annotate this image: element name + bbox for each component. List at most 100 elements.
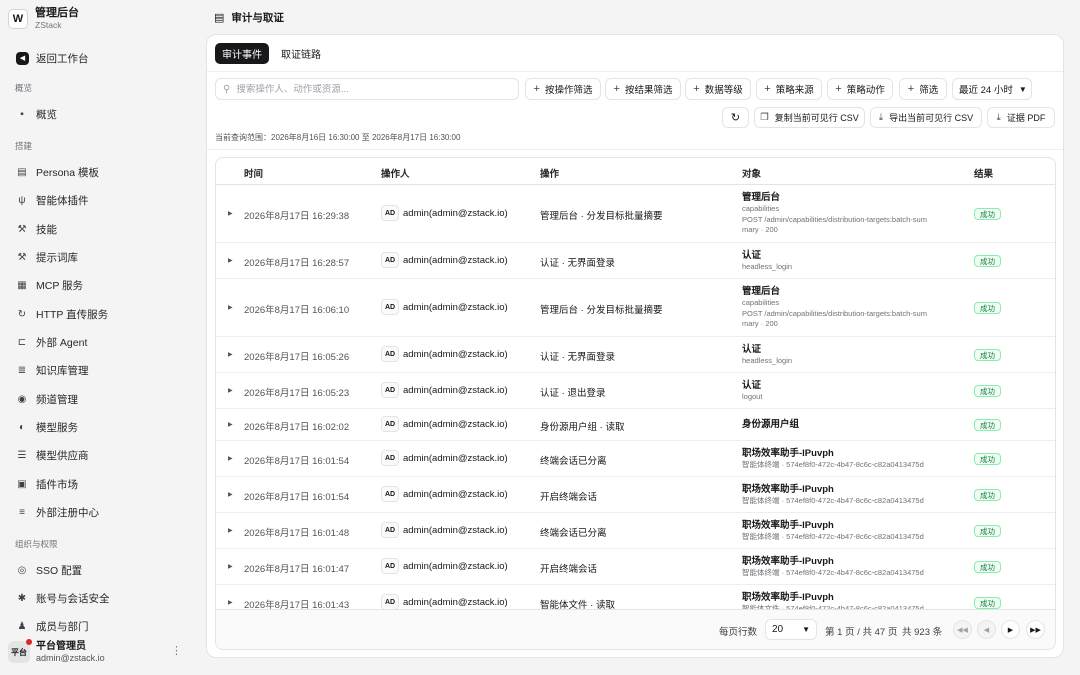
actor-name: admin(admin@zstack.io) — [403, 418, 508, 430]
refresh-button[interactable]: ↻ — [722, 107, 749, 128]
actor-name: admin(admin@zstack.io) — [403, 524, 508, 536]
sidebar-item-http-service[interactable]: ↻ HTTP 直传服务 — [10, 302, 190, 326]
table-row[interactable]: ▶ 2026年8月17日 16:06:10 AD admin(admin@zstack… — [216, 279, 1055, 337]
column-header-result[interactable]: 结果 — [974, 166, 993, 180]
table-row[interactable]: ▶ 2026年8月17日 16:01:54 AD admin(admin@zstack… — [216, 441, 1055, 477]
evidence-pdf-button[interactable]: ⤓ 证据 PDF — [987, 107, 1055, 128]
sidebar-item-account-security[interactable]: ✱ 账号与会话安全 — [10, 586, 190, 610]
sidebar-item-label: 知识库管理 — [36, 364, 89, 377]
expand-row-icon[interactable]: ▶ — [228, 387, 233, 394]
registry-icon: ≡ — [19, 506, 25, 518]
expand-row-icon[interactable]: ▶ — [228, 563, 233, 570]
total-count: 共 923 条 — [902, 627, 943, 638]
user-email: admin@zstack.io — [36, 652, 105, 663]
sidebar-item-agent-plugins[interactable]: ψ 智能体插件 — [10, 188, 190, 212]
sidebar-item-external-registry[interactable]: ≡ 外部注册中心 — [10, 500, 190, 524]
sidebar-item-prompt-library[interactable]: ⚒ 提示词库 — [10, 245, 190, 269]
filter-policy-source-button[interactable]: + 策略来源 — [756, 78, 822, 100]
page-size-select[interactable]: 20 ▼ — [765, 619, 817, 640]
expand-row-icon[interactable]: ▶ — [228, 491, 233, 498]
sidebar-item-plugin-market[interactable]: ▣ 插件市场 — [10, 472, 190, 496]
sidebar-item-mcp-service[interactable]: ▦ MCP 服务 — [10, 273, 190, 297]
sidebar-item-external-agent[interactable]: ⊏ 外部 Agent — [10, 330, 190, 354]
event-time: 2026年8月17日 16:01:47 — [244, 564, 350, 575]
filter-data-level-button[interactable]: + 数据等级 — [685, 78, 751, 100]
expand-row-icon[interactable]: ▶ — [228, 421, 233, 428]
sidebar-item-model-service[interactable]: ◐ 模型服务 — [10, 415, 190, 439]
event-operation: 认证 · 无界面登录 — [540, 352, 615, 363]
filter-policy-action-button[interactable]: + 策略动作 — [827, 78, 893, 100]
table-row[interactable]: ▶ 2026年8月17日 16:02:02 AD admin(admin@zstack… — [216, 409, 1055, 441]
sidebar-item-channel[interactable]: ◉ 频道管理 — [10, 387, 190, 411]
table-row[interactable]: ▶ 2026年8月17日 16:01:54 AD admin(admin@zstack… — [216, 477, 1055, 513]
tab-forensic-chain[interactable]: 取证链路 — [274, 43, 328, 64]
user-profile[interactable]: 平台 平台管理员 admin@zstack.io ⋮ — [8, 638, 192, 666]
first-page-button[interactable]: ◀◀ — [953, 620, 972, 639]
search-input[interactable] — [236, 83, 497, 95]
sidebar-item-label: 模型供应商 — [36, 449, 89, 462]
tab-audit-events[interactable]: 审计事件 — [215, 43, 269, 64]
event-operation: 身份源用户组 · 读取 — [540, 422, 625, 433]
export-csv-button[interactable]: ⤓ 导出当前可见行 CSV — [870, 107, 982, 128]
expand-row-icon[interactable]: ▶ — [228, 351, 233, 358]
sidebar-item-label: 插件市场 — [36, 478, 78, 491]
event-object: 职场效率助手-lPuvph 智能体终端 · 574ef8f0-472c-4b47-… — [742, 520, 964, 543]
copy-csv-label: 复制当前可见行 CSV — [774, 113, 859, 123]
status-badge: 成功 — [974, 302, 1001, 314]
search-box[interactable]: ⚲ — [215, 78, 519, 100]
more-vertical-icon[interactable]: ⋮ — [171, 644, 182, 657]
object-title: 职场效率助手-lPuvph — [742, 591, 834, 603]
time-range-value: 最近 24 小时 — [959, 85, 1013, 96]
table-row[interactable]: ▶ 2026年8月17日 16:05:23 AD admin(admin@zstack… — [216, 373, 1055, 409]
event-operation: 开启终端会话 — [540, 492, 598, 503]
table-row[interactable]: ▶ 2026年8月17日 16:01:48 AD admin(admin@zstack… — [216, 513, 1055, 549]
sidebar-item-overview[interactable]: ▪ 概览 — [10, 102, 190, 126]
expand-row-icon[interactable]: ▶ — [228, 210, 233, 217]
event-time: 2026年8月17日 16:28:57 — [244, 258, 350, 269]
actor-name: admin(admin@zstack.io) — [403, 301, 508, 313]
expand-row-icon[interactable]: ▶ — [228, 257, 233, 264]
logo-icon: W — [8, 9, 28, 29]
sidebar-item-label: MCP 服务 — [36, 279, 84, 292]
table-row[interactable]: ▶ 2026年8月17日 16:01:43 AD admin(admin@zstack… — [216, 585, 1055, 611]
status-badge: 成功 — [974, 489, 1001, 501]
expand-row-icon[interactable]: ▶ — [228, 599, 233, 606]
event-actor: AD admin(admin@zstack.io) — [381, 416, 508, 432]
filter-by-result-button[interactable]: + 按结果筛选 — [605, 78, 681, 100]
column-header-actor[interactable]: 操作人 — [381, 166, 410, 180]
time-range-select[interactable]: 最近 24 小时 ▼ — [952, 78, 1032, 100]
market-icon: ▣ — [17, 478, 27, 490]
section-title-org: 组织与权限 — [15, 539, 58, 549]
table-row[interactable]: ▶ 2026年8月17日 16:28:57 AD admin(admin@zstack… — [216, 243, 1055, 279]
sidebar-item-skills[interactable]: ⚒ 技能 — [10, 217, 190, 241]
sidebar-item-persona-template[interactable]: ▤ Persona 模板 — [10, 160, 190, 184]
expand-row-icon[interactable]: ▶ — [228, 527, 233, 534]
event-time: 2026年8月17日 16:06:10 — [244, 305, 350, 316]
prev-page-button[interactable]: ◀ — [977, 620, 996, 639]
object-detail: mary · 200 — [742, 319, 778, 329]
event-time: 2026年8月17日 16:05:23 — [244, 388, 350, 399]
back-label: 返回工作台 — [36, 52, 89, 65]
table-row[interactable]: ▶ 2026年8月17日 16:01:47 AD admin(admin@zstack… — [216, 549, 1055, 585]
expand-row-icon[interactable]: ▶ — [228, 455, 233, 462]
column-header-time[interactable]: 时间 — [244, 166, 263, 180]
column-header-object[interactable]: 对象 — [742, 166, 761, 180]
sidebar-item-knowledge-base[interactable]: ≣ 知识库管理 — [10, 358, 190, 382]
table-row[interactable]: ▶ 2026年8月17日 16:29:38 AD admin(admin@zstack… — [216, 185, 1055, 243]
sidebar-item-model-provider[interactable]: ☰ 模型供应商 — [10, 443, 190, 467]
last-page-button[interactable]: ▶▶ — [1026, 620, 1045, 639]
column-header-operation[interactable]: 操作 — [540, 166, 559, 180]
divider — [207, 149, 1063, 150]
filter-by-operation-button[interactable]: + 按操作筛选 — [525, 78, 601, 100]
sidebar-item-sso[interactable]: ◎ SSO 配置 — [10, 558, 190, 582]
copy-csv-button[interactable]: ❐ 复制当前可见行 CSV — [754, 107, 865, 128]
table-row[interactable]: ▶ 2026年8月17日 16:05:26 AD admin(admin@zstack… — [216, 337, 1055, 373]
channel-icon: ◉ — [17, 393, 27, 405]
result-cell: 成功 — [974, 302, 1001, 314]
back-to-workbench-button[interactable]: ◀ 返回工作台 — [10, 46, 190, 70]
expand-row-icon[interactable]: ▶ — [228, 304, 233, 311]
avatar: AD — [381, 594, 399, 610]
filter-button[interactable]: + 筛选 — [899, 78, 947, 100]
sidebar-item-members[interactable]: ♟ 成员与部门 — [10, 614, 190, 638]
next-page-button[interactable]: ▶ — [1001, 620, 1020, 639]
